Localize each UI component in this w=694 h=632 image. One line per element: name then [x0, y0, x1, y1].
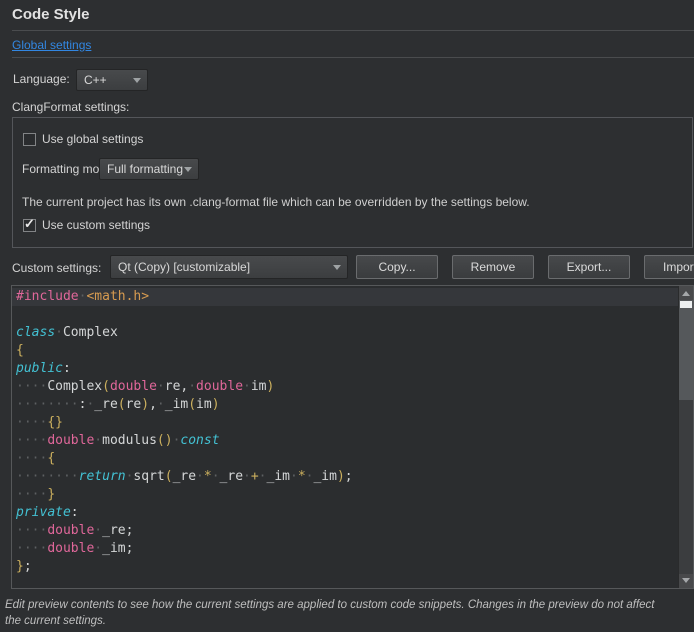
language-select-value: C++	[84, 73, 107, 87]
code-line: ····}	[12, 486, 678, 504]
scroll-down-button[interactable]	[679, 574, 693, 588]
clangformat-settings-label: ClangFormat settings:	[12, 100, 129, 114]
remove-button[interactable]: Remove	[452, 255, 534, 279]
code-line: ····{}	[12, 414, 678, 432]
use-global-settings-label: Use global settings	[42, 132, 143, 146]
title-separator	[12, 30, 694, 31]
code-line: public:	[12, 360, 678, 378]
formatting-mode-select[interactable]: Full formatting	[99, 158, 199, 180]
use-custom-settings-box[interactable]	[23, 219, 36, 232]
global-settings-link[interactable]: Global settings	[12, 38, 91, 52]
formatting-mode-value: Full formatting	[107, 162, 183, 176]
preview-note-line2: the current settings.	[5, 615, 106, 627]
cursor-position-marker	[680, 301, 692, 308]
clangformat-groupbox: Use global settings Formatting mode: Ful…	[12, 117, 693, 248]
chevron-down-icon	[184, 167, 192, 172]
language-select[interactable]: C++	[76, 69, 148, 91]
import-button[interactable]: Import...	[644, 255, 694, 279]
code-line: #include·<math.h>	[12, 288, 678, 306]
use-custom-settings-label: Use custom settings	[42, 218, 150, 232]
code-line: ····double·_im;	[12, 540, 678, 558]
export-button[interactable]: Export...	[548, 255, 630, 279]
custom-settings-select[interactable]: Qt (Copy) [customizable]	[110, 255, 348, 279]
code-line: };	[12, 558, 678, 576]
chevron-down-icon	[333, 265, 341, 270]
link-separator	[12, 57, 694, 58]
triangle-up-icon	[682, 291, 690, 296]
clang-format-info-text: The current project has its own .clang-f…	[22, 195, 530, 209]
code-line: class·Complex	[12, 324, 678, 342]
code-line: private:	[12, 504, 678, 522]
code-line: ····double·_re;	[12, 522, 678, 540]
use-custom-settings-checkbox[interactable]: Use custom settings	[23, 218, 150, 232]
use-global-settings-box[interactable]	[23, 133, 36, 146]
code-style-settings-page: { "page": { "title": "Code Style", "link…	[0, 0, 694, 632]
code-line: ····Complex(double·re,·double·im)	[12, 378, 678, 396]
preview-note-line1: Edit preview contents to see how the cur…	[5, 599, 655, 611]
custom-settings-label: Custom settings:	[12, 261, 101, 275]
use-global-settings-checkbox[interactable]: Use global settings	[23, 132, 143, 146]
copy-button[interactable]: Copy...	[356, 255, 438, 279]
code-line: ········:·_re(re),·_im(im)	[12, 396, 678, 414]
code-preview-editor[interactable]: #include·<math.h>class·Complex{public:··…	[11, 285, 694, 589]
code-line	[12, 306, 678, 324]
code-line: ····{	[12, 450, 678, 468]
scroll-up-button[interactable]	[679, 286, 693, 300]
language-label: Language:	[13, 72, 70, 86]
custom-settings-value: Qt (Copy) [customizable]	[118, 260, 250, 274]
editor-scrollbar[interactable]	[678, 286, 693, 588]
page-title: Code Style	[12, 6, 90, 23]
code-line: ········return·sqrt(_re·*·_re·+·_im·*·_i…	[12, 468, 678, 486]
chevron-down-icon	[133, 78, 141, 83]
triangle-down-icon	[682, 578, 690, 583]
code-line: ····double·modulus()·const	[12, 432, 678, 450]
preview-note: Edit preview contents to see how the cur…	[5, 597, 689, 629]
checkmark-icon	[24, 217, 35, 230]
code-area[interactable]: #include·<math.h>class·Complex{public:··…	[12, 288, 678, 588]
code-line: {	[12, 342, 678, 360]
scrollbar-thumb[interactable]	[679, 300, 693, 400]
